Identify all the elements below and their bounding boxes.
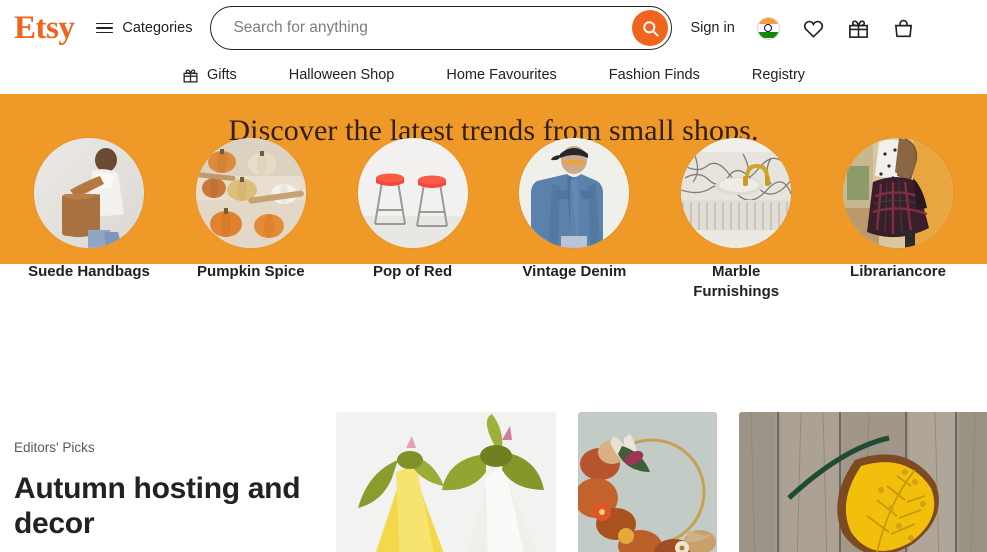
category-image-librariancore	[842, 138, 953, 248]
editors-picks-cards	[336, 360, 987, 552]
category-image-suede-handbags	[34, 138, 144, 248]
editors-picks-eyebrow: Editors' Picks	[14, 440, 95, 455]
editors-picks-section: Editors' Picks Autumn hosting and decor	[0, 360, 987, 552]
nav-label: Home Favourites	[446, 67, 557, 83]
category-label: Marble Furnishings	[693, 263, 780, 301]
category-label: Suede Handbags	[28, 263, 150, 280]
category-image-pop-of-red	[357, 138, 468, 248]
category-item-marble-furnishings[interactable]: Marble Furnishings	[661, 138, 811, 302]
nav-item-fashion-finds[interactable]: Fashion Finds	[583, 67, 726, 83]
gift-icon[interactable]	[847, 17, 870, 40]
nav-item-registry[interactable]: Registry	[726, 67, 831, 83]
etsy-logo[interactable]: Etsy	[14, 11, 75, 45]
editors-picks-text: Editors' Picks Autumn hosting and decor	[14, 360, 314, 552]
nav-item-gifts[interactable]: Gifts	[156, 67, 263, 84]
category-label: Pop of Red	[373, 263, 453, 280]
gift-icon	[183, 68, 198, 83]
nav-label: Gifts	[206, 67, 237, 83]
category-item-pop-of-red[interactable]: Pop of Red	[338, 138, 488, 302]
primary-nav: Gifts Halloween Shop Home Favourites Fas…	[0, 56, 987, 94]
search-bar[interactable]	[210, 6, 673, 50]
category-image-marble-furnishings	[681, 138, 792, 248]
category-image-pumpkin-spice	[195, 138, 306, 248]
category-item-librariancore[interactable]: Librariancore	[823, 138, 973, 302]
nav-label: Halloween Shop	[288, 67, 395, 83]
categories-label: Categories	[122, 20, 193, 36]
nav-item-home-favourites[interactable]: Home Favourites	[420, 67, 582, 83]
product-card-dried-flower-wreath[interactable]	[578, 412, 717, 552]
header-icon-group	[756, 16, 915, 40]
region-flag-india-icon[interactable]	[756, 16, 780, 40]
product-card-felt-leaf-ornament[interactable]	[739, 412, 987, 552]
category-label: Librariancore	[850, 263, 946, 280]
category-image-vintage-denim	[519, 138, 630, 248]
category-item-suede-handbags[interactable]: Suede Handbags	[14, 138, 164, 302]
site-header: Etsy Categories Sign in	[0, 0, 987, 56]
category-label: Pumpkin Spice	[197, 263, 305, 280]
categories-menu-button[interactable]: Categories	[96, 20, 192, 36]
search-input[interactable]	[231, 18, 620, 38]
category-item-pumpkin-spice[interactable]: Pumpkin Spice	[176, 138, 326, 302]
category-item-vintage-denim[interactable]: Vintage Denim	[499, 138, 649, 302]
nav-item-halloween-shop[interactable]: Halloween Shop	[263, 67, 421, 83]
search-icon	[643, 20, 659, 37]
search-container	[210, 6, 673, 50]
hamburger-icon	[96, 22, 114, 34]
favorites-heart-icon[interactable]	[802, 17, 825, 40]
product-card-green-ribbon-gifts[interactable]	[336, 412, 556, 552]
cart-bag-icon[interactable]	[892, 17, 915, 40]
etsy-homepage: Etsy Categories Sign in	[0, 0, 987, 552]
category-label: Vintage Denim	[522, 263, 627, 280]
nav-label: Registry	[751, 67, 806, 83]
category-circle-row: Suede Handbags Pumpkin Spice Pop of Red …	[0, 138, 987, 302]
sign-in-link[interactable]: Sign in	[690, 20, 734, 36]
editors-picks-title: Autumn hosting and decor	[14, 472, 301, 541]
nav-label: Fashion Finds	[608, 67, 700, 83]
